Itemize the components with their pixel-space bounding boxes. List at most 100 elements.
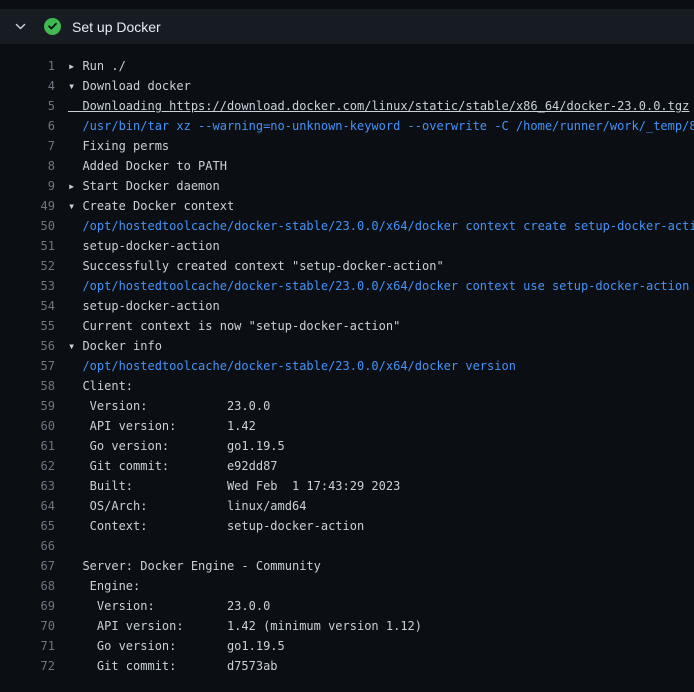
line-number[interactable]: 57	[0, 356, 55, 376]
log-line[interactable]: 52 Successfully created context "setup-d…	[0, 256, 694, 276]
line-content: /opt/hostedtoolcache/docker-stable/23.0.…	[68, 359, 516, 373]
line-number[interactable]: 52	[0, 256, 55, 276]
line-number[interactable]: 67	[0, 556, 55, 576]
line-content: Engine:	[68, 579, 140, 593]
log-line[interactable]: 72 Git commit: d7573ab	[0, 656, 694, 676]
log-line[interactable]: 9 ▸ Start Docker daemon	[0, 176, 694, 196]
log-line[interactable]: 56 ▾ Docker info	[0, 336, 694, 356]
line-content: /opt/hostedtoolcache/docker-stable/23.0.…	[68, 219, 694, 233]
line-number[interactable]: 6	[0, 116, 55, 136]
chevron-right-icon[interactable]: ▸	[68, 179, 82, 193]
line-number[interactable]: 56	[0, 336, 55, 356]
line-number[interactable]: 59	[0, 396, 55, 416]
line-content: Go version: go1.19.5	[68, 639, 285, 653]
line-content: Git commit: d7573ab	[68, 659, 278, 673]
download-url-link[interactable]: https://download.docker.com/linux/static…	[169, 99, 689, 113]
line-number[interactable]: 65	[0, 516, 55, 536]
line-content: Downloading https://download.docker.com/…	[68, 99, 689, 113]
log-line[interactable]: 5 Downloading https://download.docker.co…	[0, 96, 694, 116]
line-content: ▾ Download docker	[68, 79, 191, 93]
line-number[interactable]: 53	[0, 276, 55, 296]
log-line[interactable]: 49 ▾ Create Docker context	[0, 196, 694, 216]
line-content: Server: Docker Engine - Community	[68, 559, 321, 573]
line-content: Current context is now "setup-docker-act…	[68, 319, 400, 333]
log-line[interactable]: 65 Context: setup-docker-action	[0, 516, 694, 536]
line-number[interactable]: 55	[0, 316, 55, 336]
line-content: Fixing perms	[68, 139, 169, 153]
chevron-down-icon[interactable]	[14, 20, 27, 33]
chevron-right-icon[interactable]: ▸	[68, 59, 82, 73]
log-line[interactable]: 62 Git commit: e92dd87	[0, 456, 694, 476]
line-content: Go version: go1.19.5	[68, 439, 285, 453]
line-number[interactable]: 50	[0, 216, 55, 236]
line-content: setup-docker-action	[68, 299, 220, 313]
line-number[interactable]: 61	[0, 436, 55, 456]
line-number[interactable]: 63	[0, 476, 55, 496]
line-number[interactable]: 62	[0, 456, 55, 476]
log-line[interactable]: 64 OS/Arch: linux/amd64	[0, 496, 694, 516]
log-line[interactable]: 57 /opt/hostedtoolcache/docker-stable/23…	[0, 356, 694, 376]
line-number[interactable]: 7	[0, 136, 55, 156]
log-container: 1 ▸ Run ./ 4 ▾ Download docker 5 Downloading…	[0, 44, 694, 676]
log-line[interactable]: 68 Engine:	[0, 576, 694, 596]
line-number[interactable]: 4	[0, 76, 55, 96]
line-content: API version: 1.42	[68, 419, 256, 433]
line-number[interactable]: 64	[0, 496, 55, 516]
log-line[interactable]: 51 setup-docker-action	[0, 236, 694, 256]
log-line[interactable]: 6 /usr/bin/tar xz --warning=no-unknown-k…	[0, 116, 694, 136]
log-line[interactable]: 58 Client:	[0, 376, 694, 396]
log-line[interactable]: 53 /opt/hostedtoolcache/docker-stable/23…	[0, 276, 694, 296]
chevron-down-icon[interactable]: ▾	[68, 199, 82, 213]
log-line[interactable]: 4 ▾ Download docker	[0, 76, 694, 96]
line-number[interactable]: 51	[0, 236, 55, 256]
line-content: API version: 1.42 (minimum version 1.12)	[68, 619, 422, 633]
log-line[interactable]: 54 setup-docker-action	[0, 296, 694, 316]
line-number[interactable]: 66	[0, 536, 55, 556]
line-number[interactable]: 5	[0, 96, 55, 116]
line-number[interactable]: 70	[0, 616, 55, 636]
log-line[interactable]: 69 Version: 23.0.0	[0, 596, 694, 616]
line-number[interactable]: 8	[0, 156, 55, 176]
log-line[interactable]: 71 Go version: go1.19.5	[0, 636, 694, 656]
log-line[interactable]: 70 API version: 1.42 (minimum version 1.…	[0, 616, 694, 636]
line-content: Successfully created context "setup-dock…	[68, 259, 444, 273]
line-content: Built: Wed Feb 1 17:43:29 2023	[68, 479, 400, 493]
chevron-down-icon[interactable]: ▾	[68, 339, 82, 353]
line-content: ▾ Docker info	[68, 339, 162, 353]
line-content: OS/Arch: linux/amd64	[68, 499, 306, 513]
line-number[interactable]: 71	[0, 636, 55, 656]
log-line[interactable]: 55 Current context is now "setup-docker-…	[0, 316, 694, 336]
line-number[interactable]: 68	[0, 576, 55, 596]
line-content: /usr/bin/tar xz --warning=no-unknown-key…	[68, 119, 694, 133]
line-content: /opt/hostedtoolcache/docker-stable/23.0.…	[68, 279, 689, 293]
chevron-down-icon[interactable]: ▾	[68, 79, 82, 93]
line-number[interactable]: 58	[0, 376, 55, 396]
line-number[interactable]: 1	[0, 56, 55, 76]
line-content: Context: setup-docker-action	[68, 519, 364, 533]
step-title: Set up Docker	[72, 19, 161, 35]
line-content: Version: 23.0.0	[68, 599, 270, 613]
line-number[interactable]: 69	[0, 596, 55, 616]
line-content: ▸ Start Docker daemon	[68, 179, 220, 193]
log-line[interactable]: 59 Version: 23.0.0	[0, 396, 694, 416]
log-line[interactable]: 61 Go version: go1.19.5	[0, 436, 694, 456]
step-header[interactable]: Set up Docker	[0, 9, 694, 44]
line-number[interactable]: 54	[0, 296, 55, 316]
log-line[interactable]: 60 API version: 1.42	[0, 416, 694, 436]
log-line[interactable]: 7 Fixing perms	[0, 136, 694, 156]
line-number[interactable]: 9	[0, 176, 55, 196]
line-number[interactable]: 49	[0, 196, 55, 216]
line-content: ▾ Create Docker context	[68, 199, 234, 213]
line-content: Added Docker to PATH	[68, 159, 227, 173]
log-line[interactable]: 8 Added Docker to PATH	[0, 156, 694, 176]
line-number[interactable]: 72	[0, 656, 55, 676]
log-line[interactable]: 50 /opt/hostedtoolcache/docker-stable/23…	[0, 216, 694, 236]
log-line[interactable]: 66	[0, 536, 694, 556]
line-content: ▸ Run ./	[68, 59, 126, 73]
log-line[interactable]: 63 Built: Wed Feb 1 17:43:29 2023	[0, 476, 694, 496]
check-circle-icon	[44, 18, 61, 35]
line-content: Git commit: e92dd87	[68, 459, 278, 473]
line-number[interactable]: 60	[0, 416, 55, 436]
log-line[interactable]: 1 ▸ Run ./	[0, 56, 694, 76]
log-line[interactable]: 67 Server: Docker Engine - Community	[0, 556, 694, 576]
